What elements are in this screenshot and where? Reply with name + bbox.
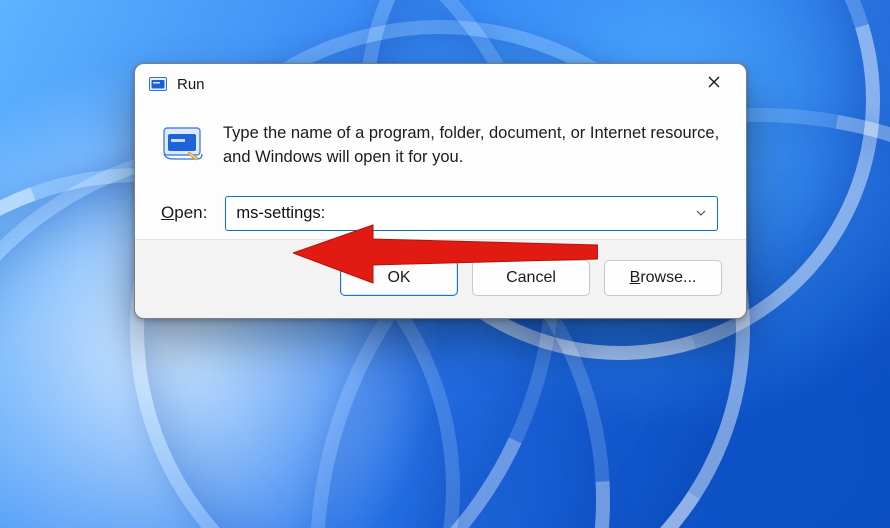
close-icon: [707, 75, 721, 93]
titlebar[interactable]: Run: [135, 64, 746, 104]
open-combobox[interactable]: [225, 196, 718, 231]
run-app-icon: [149, 77, 167, 91]
ok-button[interactable]: OK: [340, 260, 458, 296]
browse-button[interactable]: Browse...: [604, 260, 722, 296]
dialog-footer: OK Cancel Browse...: [135, 239, 746, 318]
dialog-title: Run: [177, 76, 205, 93]
cancel-button[interactable]: Cancel: [472, 260, 590, 296]
open-input[interactable]: [225, 196, 718, 231]
close-button[interactable]: [692, 68, 736, 100]
open-label: Open:: [161, 203, 207, 223]
dialog-body: Type the name of a program, folder, docu…: [135, 104, 746, 239]
dialog-description: Type the name of a program, folder, docu…: [223, 122, 720, 170]
run-dialog: Run Type the name of a program, folder, …: [134, 63, 747, 319]
run-large-icon: [161, 124, 205, 162]
